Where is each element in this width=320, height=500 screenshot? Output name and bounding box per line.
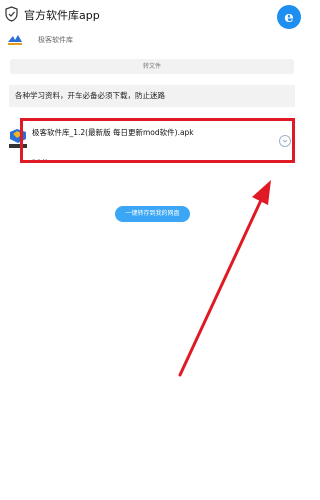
save-file-button[interactable]: 转文件: [10, 59, 294, 74]
browser-e-icon[interactable]: e: [277, 5, 301, 29]
app-title: 官方软件库app: [24, 9, 100, 22]
owner-logo: [6, 34, 24, 46]
top-bar: 官方软件库app e: [0, 0, 305, 30]
save-to-netdisk-button[interactable]: 一键转存到我的网盘: [115, 206, 190, 222]
share-owner-row: 极客软件库: [0, 32, 305, 50]
arrow-annotation: [178, 180, 271, 377]
owner-name: 极客软件库: [38, 36, 73, 44]
shield-icon: [5, 6, 18, 22]
share-notice: 各种学习资料，开车必备必须下载，防止迷路: [9, 85, 295, 107]
highlight-annotation-box: [20, 118, 295, 163]
